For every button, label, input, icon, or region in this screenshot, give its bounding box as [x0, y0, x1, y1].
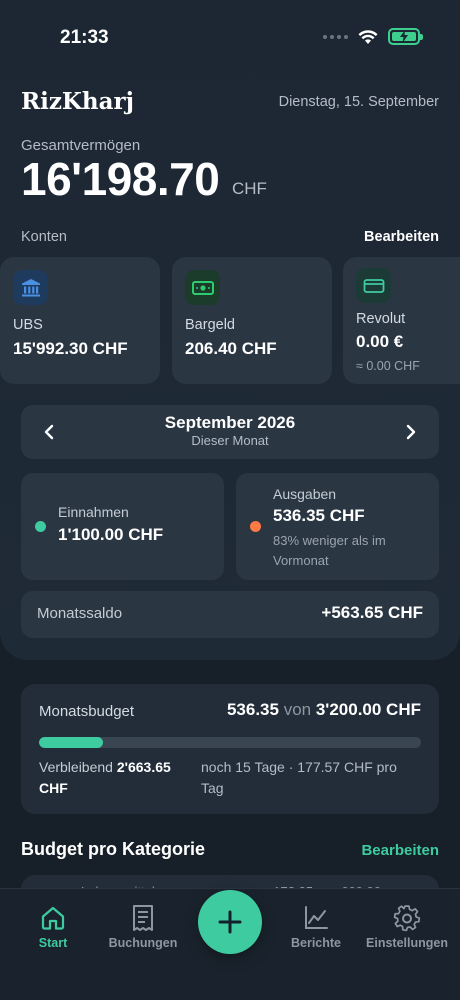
- tab-buchungen[interactable]: Buchungen: [98, 903, 188, 950]
- tab-start[interactable]: Start: [8, 903, 98, 950]
- tab-berichte[interactable]: Berichte: [271, 903, 361, 950]
- net-worth-value: 16'198.70: [21, 153, 220, 205]
- budget-spent: 536.35: [226, 700, 279, 719]
- plus-icon: [218, 910, 242, 934]
- account-card-ubs[interactable]: UBS 15'992.30 CHF: [0, 257, 160, 384]
- home-icon: [41, 906, 65, 930]
- expenses-dot: [250, 521, 261, 532]
- card-icon: [356, 268, 391, 303]
- account-balance: 0.00 €: [356, 332, 404, 351]
- account-card-revolut[interactable]: Revolut 0.00 € ≈ 0.00 CHF: [343, 257, 460, 384]
- expenses-value: 536.35 CHF: [273, 506, 365, 525]
- tab-label: Start: [38, 936, 68, 950]
- tab-label: Einstellungen: [366, 936, 448, 950]
- cash-icon: [185, 270, 220, 305]
- budget-label: Monatsbudget: [39, 703, 135, 720]
- status-time: 21:33: [60, 27, 109, 48]
- account-balance: 15'992.30 CHF: [13, 339, 128, 358]
- income-card[interactable]: Einnahmen 1'100.00 CHF: [21, 473, 224, 580]
- chart-icon: [305, 906, 328, 929]
- month-title: September 2026: [164, 413, 296, 432]
- month-subtitle: Dieser Monat: [191, 433, 269, 448]
- budget-of-word: von: [283, 700, 312, 719]
- account-balance: 206.40 CHF: [185, 339, 277, 358]
- account-card-bargeld[interactable]: Bargeld 206.40 CHF: [172, 257, 332, 384]
- account-converted-balance: ≈ 0.00 CHF: [356, 359, 420, 373]
- tab-label: Berichte: [290, 936, 342, 950]
- budget-total: 3'200.00 CHF: [315, 700, 421, 719]
- budget-days-left: noch 15 Tage · 177.57 CHF pro Tag: [201, 759, 397, 796]
- signal-icon: [323, 34, 348, 39]
- account-name: UBS: [13, 317, 43, 333]
- status-icons: [323, 28, 423, 45]
- income-label: Einnahmen: [58, 504, 129, 520]
- budget-remaining-label: Verbleibend: [39, 759, 113, 775]
- expenses-comparison-note: 83% weniger als im Vormonat: [273, 533, 386, 568]
- month-balance-card: Monatssaldo +563.65 CHF: [21, 591, 439, 638]
- next-month-button[interactable]: [398, 419, 424, 445]
- add-transaction-button[interactable]: [198, 890, 262, 954]
- expenses-label: Ausgaben: [273, 486, 337, 502]
- monthly-budget-card[interactable]: Monatsbudget 536.35 von 3'200.00 CHF Ver…: [21, 684, 439, 814]
- account-name: Bargeld: [185, 317, 235, 333]
- budget-progress-fill: [39, 737, 104, 748]
- budget-amount: 536.35 von 3'200.00 CHF: [227, 700, 421, 720]
- accounts-label: Konten: [21, 229, 67, 245]
- wifi-icon: [358, 29, 378, 44]
- bank-icon: [13, 270, 48, 305]
- month-balance-label: Monatssaldo: [37, 605, 123, 622]
- budget-remaining: Verbleibend 2'663.65 CHF: [39, 757, 189, 799]
- budget-progress-bar: [39, 737, 421, 748]
- category-edit-button[interactable]: Bearbeiten: [361, 842, 439, 859]
- tab-einstellungen[interactable]: Einstellungen: [362, 903, 452, 950]
- accounts-edit-button[interactable]: Bearbeiten: [364, 229, 439, 245]
- tab-label: Buchungen: [108, 936, 178, 950]
- income-dot: [35, 521, 46, 532]
- expenses-card[interactable]: Ausgaben 536.35 CHF 83% weniger als im V…: [236, 473, 439, 580]
- account-name: Revolut: [356, 311, 406, 327]
- net-worth-currency: CHF: [232, 179, 267, 198]
- receipt-icon: [133, 905, 153, 931]
- date-label: Dienstag, 15. September: [278, 94, 439, 110]
- month-balance-value: +563.65 CHF: [321, 603, 423, 622]
- app-title: RizKharj: [21, 88, 134, 115]
- gear-icon: [393, 905, 421, 932]
- chevron-right-icon: [406, 424, 416, 440]
- battery-icon: [388, 28, 423, 45]
- month-navigator: September 2026 Dieser Monat: [21, 405, 439, 459]
- category-budget-title: Budget pro Kategorie: [21, 839, 206, 859]
- income-value: 1'100.00 CHF: [58, 525, 164, 544]
